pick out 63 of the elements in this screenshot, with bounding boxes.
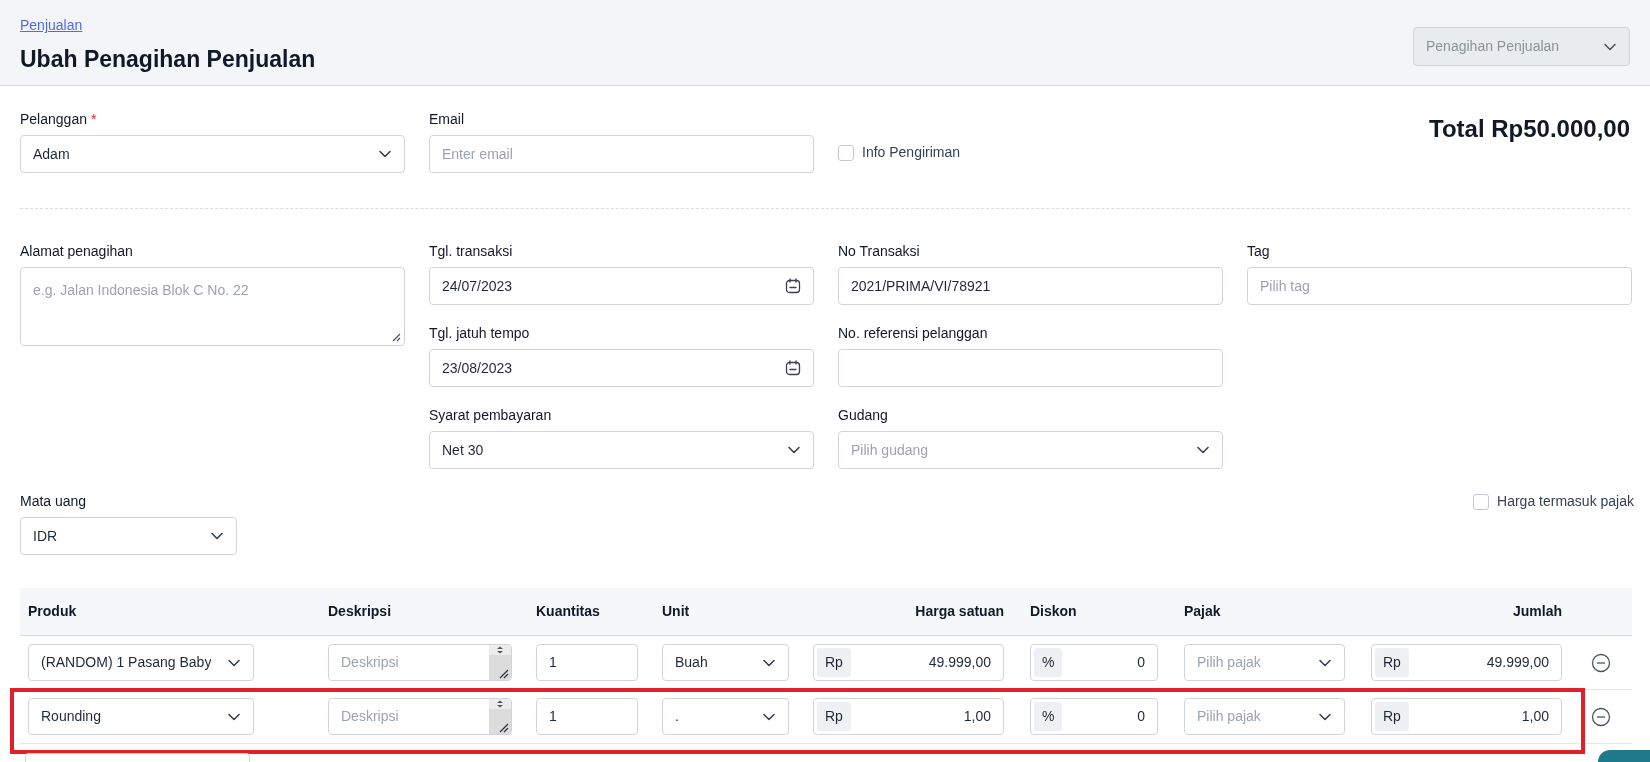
column-header: Deskripsi <box>328 602 392 621</box>
page-title: Ubah Penagihan Penjualan <box>20 45 316 74</box>
unit-select[interactable]: . <box>662 698 789 735</box>
input-prefix: % <box>1034 648 1063 677</box>
product-select[interactable]: (RANDOM) 1 Pasang Baby <box>28 644 254 681</box>
column-header: Diskon <box>1030 602 1077 621</box>
resize-grip-icon <box>391 332 401 342</box>
field-label: Tgl. transaksi <box>429 241 513 261</box>
quantity-field[interactable]: 1 <box>536 644 638 681</box>
input-prefix: Rp <box>1375 648 1409 677</box>
input-prefix: Rp <box>1375 702 1409 731</box>
breadcrumb-link[interactable]: Penjualan <box>20 15 83 36</box>
field-label: Pelanggan <box>20 109 87 129</box>
field-label: No Transaksi <box>838 241 920 261</box>
unit-select[interactable]: Buah <box>662 644 789 681</box>
select-field[interactable] <box>25 753 250 762</box>
field-label: Email <box>429 109 464 129</box>
select-field[interactable]: Net 30 <box>429 431 814 469</box>
column-header: Unit <box>662 602 690 621</box>
input-prefix: Rp <box>817 702 851 731</box>
field-label: Tag <box>1247 241 1270 261</box>
total-amount: Total Rp50.000,00 <box>1429 114 1630 144</box>
field-label: Tgl. jatuh tempo <box>429 323 530 343</box>
chat-button[interactable] <box>1598 750 1650 762</box>
checkbox-label: Info Pengiriman <box>862 143 961 162</box>
unit-price-field[interactable]: Rp 1,00 <box>813 698 1004 735</box>
calendar-icon <box>785 278 801 294</box>
column-header: Pajak <box>1184 602 1221 621</box>
minus-circle-icon <box>1591 652 1611 673</box>
amount-field[interactable]: Rp 49.999,00 <box>1371 644 1562 681</box>
discount-field[interactable]: % 0 <box>1030 644 1158 681</box>
field-label: Mata uang <box>20 491 87 511</box>
checkbox[interactable] <box>1473 493 1490 510</box>
required-mark: * <box>90 109 97 129</box>
column-header: Kuantitas <box>536 602 600 621</box>
minus-circle-icon <box>1591 706 1611 727</box>
input-field[interactable]: 2021/PRIMA/VI/78921 <box>838 267 1223 305</box>
input-prefix: Rp <box>817 648 851 677</box>
field-label: Alamat penagihan <box>20 241 133 261</box>
input-field[interactable] <box>838 349 1223 387</box>
unit-price-field[interactable]: Rp 49.999,00 <box>813 644 1004 681</box>
date-field[interactable]: 24/07/2023 <box>429 267 814 305</box>
remove-row-button[interactable] <box>1591 652 1611 673</box>
column-header: Harga satuan <box>915 602 1004 621</box>
scrollbar-grip-icon <box>489 699 511 734</box>
input-prefix: % <box>1034 702 1063 731</box>
column-header: Produk <box>28 602 77 621</box>
quantity-field[interactable]: 1 <box>536 698 638 735</box>
remove-row-button[interactable] <box>1591 706 1611 727</box>
amount-field[interactable]: Rp 1,00 <box>1371 698 1562 735</box>
field-label: Syarat pembayaran <box>429 405 552 425</box>
date-field[interactable]: 23/08/2023 <box>429 349 814 387</box>
scrollbar-grip-icon <box>489 645 511 680</box>
checkbox-label: Harga termasuk pajak <box>1497 492 1634 511</box>
field-label: No. referensi pelanggan <box>838 323 988 343</box>
checkbox[interactable] <box>838 144 854 161</box>
column-header: Jumlah <box>1513 602 1562 621</box>
field-label: Gudang <box>838 405 888 425</box>
select-field[interactable]: Adam <box>20 135 405 173</box>
calendar-icon <box>785 360 801 376</box>
discount-field[interactable]: % 0 <box>1030 698 1158 735</box>
select-field[interactable]: IDR <box>20 517 237 555</box>
product-select[interactable]: Rounding <box>28 698 254 735</box>
